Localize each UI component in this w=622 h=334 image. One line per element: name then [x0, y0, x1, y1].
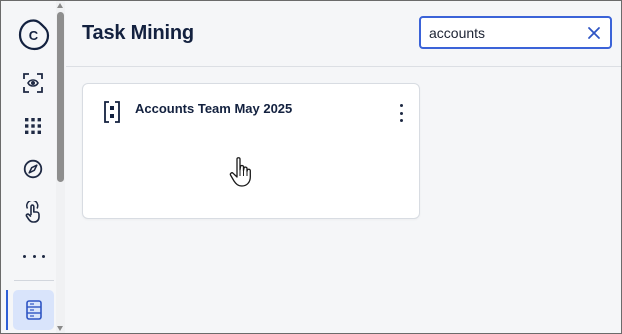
- scrollbar-thumb[interactable]: [57, 12, 64, 182]
- close-icon: [588, 27, 600, 39]
- sidebar-divider: [14, 280, 54, 281]
- more-icon[interactable]: [23, 249, 45, 263]
- card-title: Accounts Team May 2025: [135, 101, 293, 116]
- search-input[interactable]: [429, 24, 579, 42]
- process-scan-icon[interactable]: [20, 70, 46, 96]
- active-indicator: [6, 290, 8, 330]
- task-list-icon: [25, 300, 42, 320]
- page-header: Task Mining: [66, 1, 621, 67]
- project-card[interactable]: Accounts Team May 2025: [82, 83, 420, 219]
- compass-icon[interactable]: [20, 156, 46, 182]
- scroll-up-arrow-icon[interactable]: [57, 3, 63, 8]
- apps-grid-icon[interactable]: [20, 113, 46, 139]
- page-title: Task Mining: [82, 22, 194, 44]
- task-mining-project-icon: [104, 101, 120, 123]
- sidebar-item-task-mining[interactable]: [13, 290, 54, 330]
- hand-pointer-cursor-icon: [229, 157, 251, 187]
- card-more-options-icon[interactable]: [395, 104, 407, 122]
- scroll-down-arrow-icon[interactable]: [57, 326, 63, 331]
- sidebar-scrollbar[interactable]: [56, 1, 65, 333]
- main-content: Accounts Team May 2025: [66, 68, 621, 333]
- clear-search-button[interactable]: [584, 23, 604, 43]
- logo-letter: C: [29, 28, 39, 43]
- app-window: C Task Mining accounts Accounts Team May…: [0, 0, 622, 334]
- touch-icon[interactable]: [20, 199, 46, 225]
- search-field[interactable]: [419, 16, 612, 49]
- celonis-logo[interactable]: C: [17, 18, 50, 51]
